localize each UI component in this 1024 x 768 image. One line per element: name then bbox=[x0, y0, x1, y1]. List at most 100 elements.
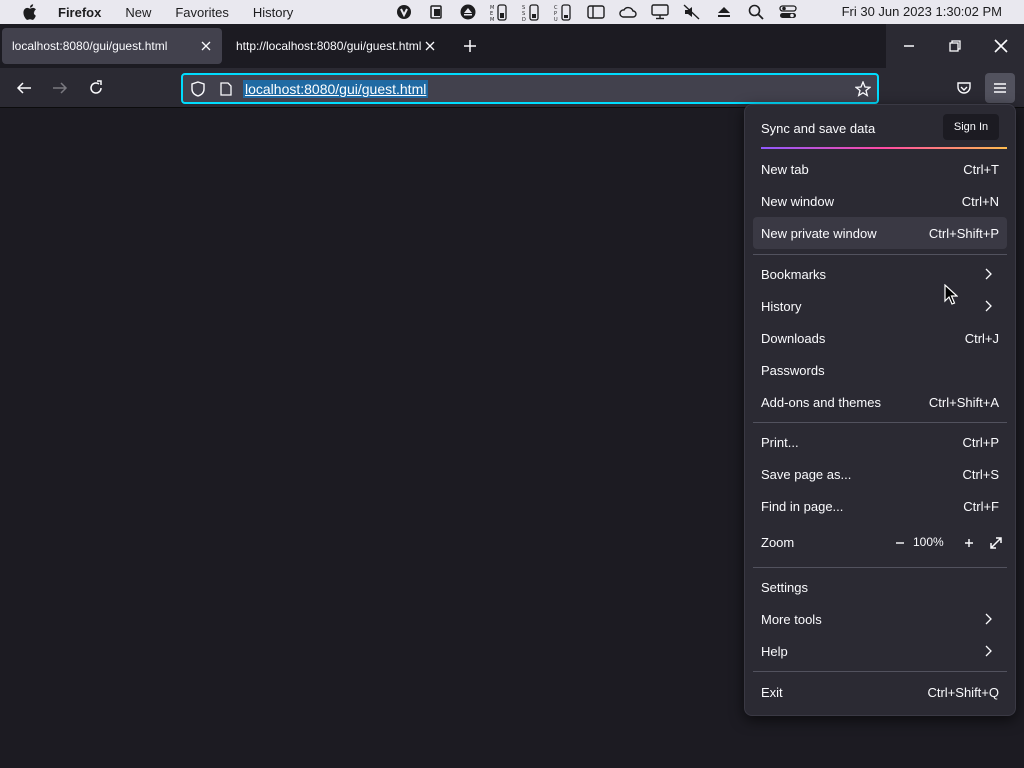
svg-text:D: D bbox=[522, 17, 526, 22]
tab-strip: localhost:8080/gui/guest.html http://loc… bbox=[0, 24, 1024, 68]
menu-item-new-window[interactable]: New window Ctrl+N bbox=[753, 185, 1007, 217]
menu-item-addons-themes[interactable]: Add-ons and themes Ctrl+Shift+A bbox=[753, 386, 1007, 418]
chevron-right-icon bbox=[981, 298, 997, 314]
close-tab-icon[interactable] bbox=[198, 38, 214, 54]
tab-title: localhost:8080/gui/guest.html bbox=[12, 39, 168, 53]
menubar-item-favorites[interactable]: Favorites bbox=[175, 5, 228, 20]
status-icons: MEM SSD CPU bbox=[388, 0, 804, 24]
page-icon[interactable] bbox=[216, 79, 236, 99]
menu-item-label: New tab bbox=[761, 161, 809, 177]
tab-active[interactable]: localhost:8080/gui/guest.html bbox=[2, 28, 222, 64]
zoom-in-icon[interactable] bbox=[960, 534, 978, 552]
reload-icon[interactable] bbox=[82, 74, 110, 102]
restore-window-icon[interactable] bbox=[932, 24, 978, 68]
menu-item-settings[interactable]: Settings bbox=[753, 571, 1007, 603]
menu-item-new-tab[interactable]: New tab Ctrl+T bbox=[753, 153, 1007, 185]
menu-item-shortcut: Ctrl+N bbox=[961, 193, 999, 209]
control-center-icon[interactable] bbox=[772, 0, 804, 24]
menu-item-label: Add-ons and themes bbox=[761, 394, 881, 410]
zoom-level[interactable]: 100% bbox=[913, 535, 944, 549]
svg-text:M: M bbox=[490, 17, 494, 22]
eject-circle-icon[interactable] bbox=[452, 0, 484, 24]
close-window-icon[interactable] bbox=[978, 24, 1024, 68]
tab-title: http://localhost:8080/gui/guest.html bbox=[236, 39, 422, 53]
menu-item-label: History bbox=[761, 298, 802, 314]
menu-separator bbox=[753, 422, 1007, 423]
chevron-right-icon bbox=[981, 266, 997, 282]
macos-menu-bar: Firefox New Favorites History MEM SSD CP… bbox=[0, 0, 1024, 24]
display-icon[interactable] bbox=[644, 0, 676, 24]
new-tab-icon[interactable] bbox=[458, 34, 482, 58]
menu-item-label: Bookmarks bbox=[761, 266, 827, 282]
menu-item-label: Zoom bbox=[761, 534, 795, 550]
tab-inactive[interactable]: http://localhost:8080/gui/guest.html bbox=[226, 28, 446, 64]
navigation-toolbar: localhost:8080/gui/guest.html bbox=[0, 68, 1024, 108]
ssd-icon[interactable]: SSD bbox=[516, 0, 548, 24]
menubar-item-new[interactable]: New bbox=[125, 5, 151, 20]
apple-logo-icon[interactable] bbox=[21, 3, 39, 21]
menu-item-label: Print... bbox=[761, 434, 799, 450]
chevron-right-icon bbox=[981, 611, 997, 627]
menu-item-new-private-window[interactable]: New private window Ctrl+Shift+P bbox=[753, 217, 1007, 249]
menu-item-downloads[interactable]: Downloads Ctrl+J bbox=[753, 322, 1007, 354]
cpu-icon[interactable]: CPU bbox=[548, 0, 580, 24]
minimize-window-icon[interactable] bbox=[886, 24, 932, 68]
menu-item-print[interactable]: Print... Ctrl+P bbox=[753, 426, 1007, 458]
menu-item-more-tools[interactable]: More tools bbox=[753, 603, 1007, 635]
menu-separator bbox=[753, 567, 1007, 568]
sync-label: Sync and save data bbox=[761, 121, 876, 136]
mute-icon[interactable] bbox=[676, 0, 708, 24]
menu-item-label: Exit bbox=[761, 684, 783, 700]
app-menu-panel: Sync and save data Sign In New tab Ctrl+… bbox=[744, 104, 1016, 716]
eject-icon[interactable] bbox=[708, 0, 740, 24]
forward-icon[interactable] bbox=[46, 74, 74, 102]
menubar-clock[interactable]: Fri 30 Jun 2023 1:30:02 PM bbox=[842, 0, 1002, 24]
sidebar-icon[interactable] bbox=[580, 0, 612, 24]
menu-item-label: Passwords bbox=[761, 362, 825, 378]
menu-separator bbox=[753, 254, 1007, 255]
menu-item-shortcut: Ctrl+Shift+Q bbox=[927, 684, 999, 700]
menu-item-shortcut: Ctrl+P bbox=[962, 434, 999, 450]
menu-item-shortcut: Ctrl+T bbox=[963, 161, 999, 177]
vpn-icon[interactable] bbox=[388, 0, 420, 24]
url-text[interactable]: localhost:8080/gui/guest.html bbox=[243, 80, 429, 98]
menu-item-shortcut: Ctrl+Shift+A bbox=[928, 394, 999, 410]
clipboard-icon[interactable] bbox=[420, 0, 452, 24]
pocket-icon[interactable] bbox=[950, 74, 978, 102]
menu-item-exit[interactable]: Exit Ctrl+Shift+Q bbox=[753, 676, 1007, 708]
menu-item-label: More tools bbox=[761, 611, 822, 627]
menu-item-help[interactable]: Help bbox=[753, 635, 1007, 667]
sync-divider bbox=[761, 147, 1007, 149]
menu-item-shortcut: Ctrl+S bbox=[962, 466, 999, 482]
menu-item-save-page-as[interactable]: Save page as... Ctrl+S bbox=[753, 458, 1007, 490]
menu-item-find-in-page[interactable]: Find in page... Ctrl+F bbox=[753, 490, 1007, 522]
zoom-out-icon[interactable] bbox=[891, 534, 909, 552]
fullscreen-icon[interactable] bbox=[987, 534, 1005, 552]
close-tab-icon[interactable] bbox=[422, 38, 438, 54]
menu-item-label: Save page as... bbox=[761, 466, 852, 482]
sign-in-button[interactable]: Sign In bbox=[943, 114, 999, 140]
menu-item-label: New private window bbox=[761, 225, 877, 241]
bookmark-star-icon[interactable] bbox=[853, 79, 873, 99]
menu-item-passwords[interactable]: Passwords bbox=[753, 354, 1007, 386]
search-icon[interactable] bbox=[740, 0, 772, 24]
menubar-item-history[interactable]: History bbox=[253, 5, 293, 20]
url-bar[interactable]: localhost:8080/gui/guest.html bbox=[181, 73, 879, 104]
menubar-app-name[interactable]: Firefox bbox=[58, 5, 101, 20]
menu-item-label: Help bbox=[761, 643, 788, 659]
menu-item-label: New window bbox=[761, 193, 834, 209]
menu-item-bookmarks[interactable]: Bookmarks bbox=[753, 258, 1007, 290]
menu-separator bbox=[753, 671, 1007, 672]
menu-item-label: Find in page... bbox=[761, 498, 844, 514]
mouse-cursor-icon bbox=[944, 284, 958, 305]
cloud-icon[interactable] bbox=[612, 0, 644, 24]
menu-item-label: Downloads bbox=[761, 330, 826, 346]
svg-text:U: U bbox=[554, 17, 558, 22]
menu-item-zoom: Zoom 100% bbox=[753, 526, 1007, 558]
back-icon[interactable] bbox=[10, 74, 38, 102]
shield-icon[interactable] bbox=[188, 79, 208, 99]
memory-icon[interactable]: MEM bbox=[484, 0, 516, 24]
menu-item-shortcut: Ctrl+J bbox=[964, 330, 999, 346]
app-menu-icon[interactable] bbox=[985, 73, 1015, 103]
menu-item-history[interactable]: History bbox=[753, 290, 1007, 322]
